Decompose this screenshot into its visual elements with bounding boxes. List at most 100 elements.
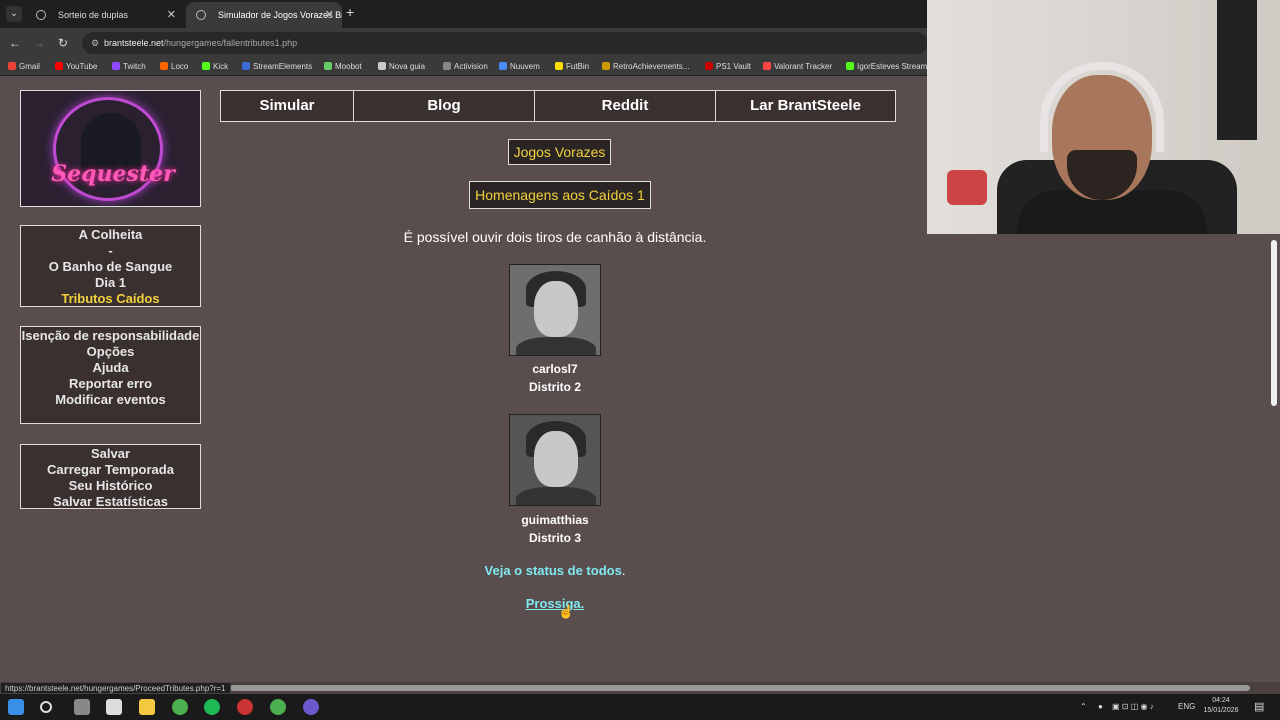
menu-opcoes[interactable]: Opções [21,344,200,360]
status-bar-url: https://brantsteele.net/hungergames/Proc… [0,682,231,694]
tab-label: Simulador de Jogos Vorazes Br [218,10,342,20]
forward-icon[interactable]: → [30,34,48,52]
bookmark-ps1-vault[interactable]: PS1 Vault [705,60,751,74]
scroll-thumb[interactable] [230,685,1250,691]
bookmark-retroachievements[interactable]: RetroAchievements... [602,60,689,74]
tribute-name: guimatthias [521,513,589,527]
bookmark-igoresteves[interactable]: IgorEsteves Stream [846,60,927,74]
bookmark-nuuvem[interactable]: Nuuvem [499,60,540,74]
portrait-face [534,431,578,487]
nav-simular[interactable]: Simular [221,91,354,121]
tab-sorteio[interactable]: Sorteio de duplas ✕ [26,2,184,28]
close-tab-icon[interactable]: ✕ [325,2,334,28]
menu-carregar-temporada[interactable]: Carregar Temporada [21,462,200,478]
game-title: Jogos Vorazes [508,139,611,165]
menu-salvar-estatisticas[interactable]: Salvar Estatísticas [21,494,200,510]
vertical-scrollbar[interactable] [1268,234,1280,682]
nav-lar-brantsteele[interactable]: Lar BrantSteele [716,91,895,121]
bookmark-gmail[interactable]: Gmail [8,60,40,74]
tribute-name: carlosl7 [532,362,578,376]
menu-ajuda[interactable]: Ajuda [21,360,200,376]
bookmark-loco[interactable]: Loco [160,60,188,74]
tab-label: Sorteio de duplas [58,10,129,20]
menu-seu-historico[interactable]: Seu Histórico [21,478,200,494]
bookmark-youtube[interactable]: YouTube [55,60,97,74]
tribute-portrait [509,264,601,356]
tribute-portrait [509,414,601,506]
gmail-icon [8,62,16,70]
notification-icon[interactable]: ▤ [1254,694,1264,720]
menu-dia-1[interactable]: Dia 1 [21,275,200,291]
start-icon[interactable] [8,699,24,715]
bookmark-twitch[interactable]: Twitch [112,60,146,74]
youtube-icon [55,62,63,70]
tray-chevron-icon[interactable]: ⌃ [1080,694,1087,720]
twitch-icon [112,62,120,70]
proceed-link[interactable]: Prossiga. [480,596,630,611]
windows-taskbar: ⌃ ● ▣ ⊡ ◫ ◉ ♪ ENG 04:24 15/01/2026 ▤ [0,694,1280,720]
reload-icon[interactable]: ↻ [54,34,72,52]
menu-isencao[interactable]: Isenção de responsabilidade [21,328,200,344]
tab-search-icon[interactable]: ⌄ [6,6,22,22]
site-info-icon[interactable]: ⚙ [88,36,102,50]
menu-banho-de-sangue[interactable]: O Banho de Sangue [21,259,200,275]
app-icon[interactable] [74,699,90,715]
status-link-dot: . [621,563,626,578]
site-logo[interactable]: Sequester [20,90,201,207]
webcam-object [947,170,987,205]
bookmark-moobot[interactable]: Moobot [324,60,362,74]
url-text: brantsteele.net/hungergames/fallentribut… [104,38,298,48]
language-indicator[interactable]: ENG [1178,694,1195,720]
globe-icon [36,10,46,20]
search-icon[interactable] [40,701,52,713]
menu-salvar[interactable]: Salvar [21,446,200,462]
clock-time: 04:24 [1212,697,1230,704]
app-icon[interactable] [106,699,122,715]
bookmark-kick[interactable]: Kick [202,60,228,74]
globe-icon [196,10,206,20]
tray-icons[interactable]: ▣ ⊡ ◫ ◉ ♪ [1112,694,1154,720]
activision-icon [443,62,451,70]
moobot-icon [324,62,332,70]
kick-icon [202,62,210,70]
tab-simulador[interactable]: Simulador de Jogos Vorazes Br ✕ [186,2,342,28]
loco-icon [160,62,168,70]
menu-colheita[interactable]: A Colheita [21,227,200,243]
menu-reportar-erro[interactable]: Reportar erro [21,376,200,392]
back-icon[interactable]: ← [6,34,24,52]
chrome-icon[interactable] [172,699,188,715]
close-tab-icon[interactable]: ✕ [167,2,176,28]
status-link-text[interactable]: Veja o status de todos [485,563,622,578]
cannon-message: É possível ouvir dois tiros de canhão à … [403,229,707,245]
nav-reddit[interactable]: Reddit [535,91,716,121]
spotify-icon[interactable] [204,699,220,715]
mic-icon[interactable]: ● [1098,694,1103,720]
clock-date: 15/01/2026 [1203,707,1239,714]
menu-tributos-caidos[interactable]: Tributos Caídos [21,291,200,307]
scroll-thumb[interactable] [1271,240,1277,406]
bookmark-nova-guia[interactable]: Nova guia [378,60,425,74]
futbin-icon [555,62,563,70]
menu-modificar-eventos[interactable]: Modificar eventos [21,392,200,408]
webcam-door [1217,0,1257,140]
file-explorer-icon[interactable] [139,699,155,715]
new-tab-button[interactable]: + [346,4,354,20]
nuuvem-icon [499,62,507,70]
clock[interactable]: 04:24 15/01/2026 [1196,696,1246,716]
chrome-icon[interactable] [270,699,286,715]
tribute-district: Distrito 2 [528,380,581,394]
app-icon[interactable] [303,699,319,715]
bookmark-futbin[interactable]: FutBin [555,60,589,74]
bookmark-streamelements[interactable]: StreamElements [242,60,312,74]
tribute-district: Distrito 3 [528,531,581,545]
hand-cursor-icon: ☝ [558,604,575,619]
logo-text: Sequester [51,161,175,187]
bookmark-activision[interactable]: Activision [443,60,488,74]
app-icon[interactable] [237,699,253,715]
nav-blog[interactable]: Blog [354,91,535,121]
top-nav: Simular Blog Reddit Lar BrantSteele [220,90,896,122]
bookmark-valorant-tracker[interactable]: Valorant Tracker [763,60,832,74]
url-field[interactable]: ⚙ brantsteele.net/hungergames/fallentrib… [82,32,928,54]
status-all-link[interactable]: Veja o status de todos. [430,563,680,578]
retroachievements-icon [602,62,610,70]
